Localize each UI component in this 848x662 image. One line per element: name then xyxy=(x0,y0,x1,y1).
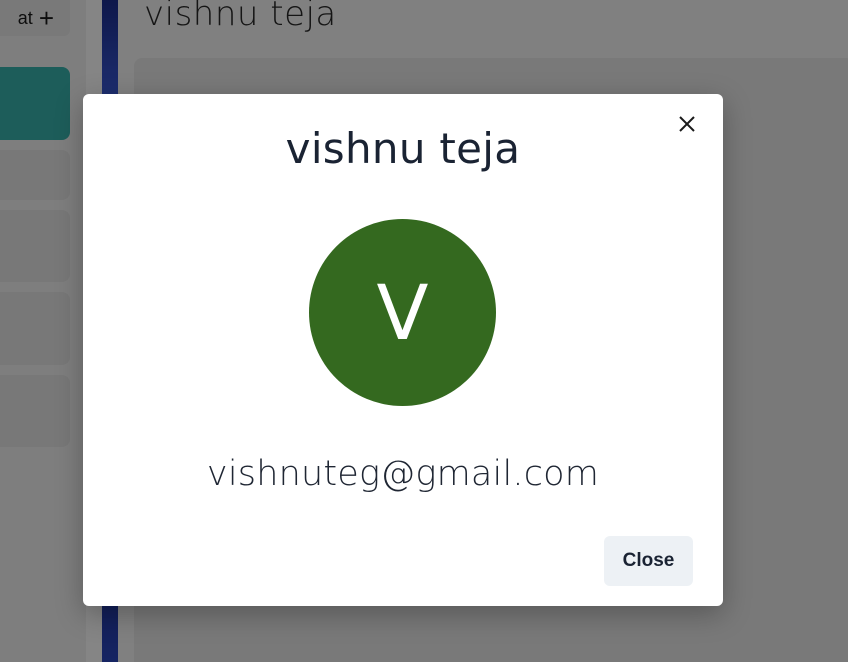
user-email: vishnuteg@gmail.com xyxy=(206,454,600,494)
close-icon[interactable] xyxy=(675,112,699,136)
profile-modal: vishnu teja V vishnuteg@gmail.com Close xyxy=(83,94,723,606)
close-button[interactable]: Close xyxy=(604,536,693,586)
modal-title: vishnu teja xyxy=(285,124,521,173)
avatar: V xyxy=(309,219,496,406)
avatar-initial: V xyxy=(376,268,429,357)
